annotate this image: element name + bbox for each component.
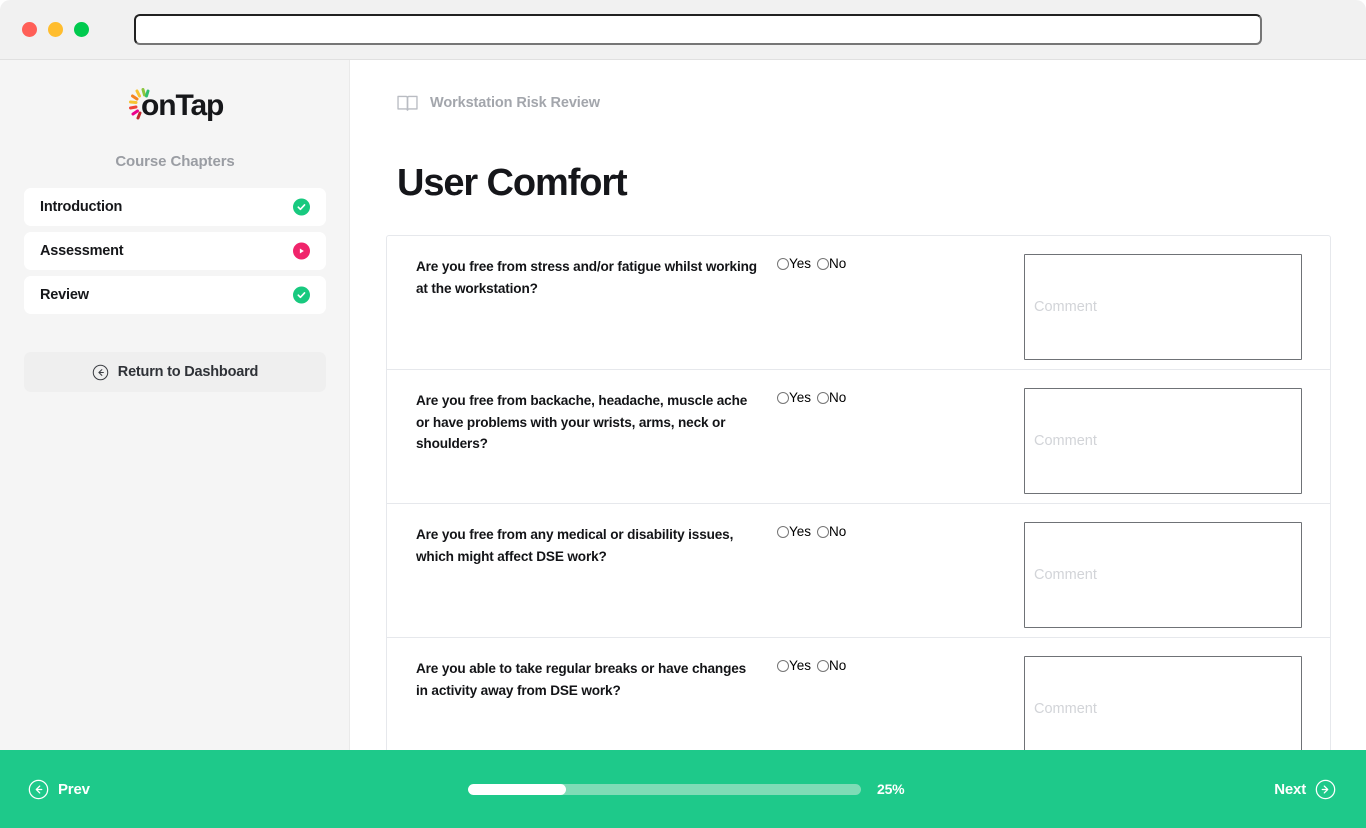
answer-options: Yes No [777, 236, 992, 369]
radio-label-no: No [829, 390, 847, 405]
radio-option-yes[interactable]: Yes [777, 658, 817, 673]
radio-input-no[interactable] [817, 659, 830, 672]
comment-input[interactable] [1024, 656, 1302, 762]
check-circle-icon [293, 198, 310, 216]
arrow-right-circle-icon [1315, 779, 1336, 799]
questions-card: Are you free from stress and/or fatigue … [386, 235, 1331, 773]
sidebar: onTap Course Chapters Introduction Asses… [0, 60, 350, 828]
radio-option-yes[interactable]: Yes [777, 524, 817, 539]
comment-input[interactable] [1024, 254, 1302, 360]
comment-input[interactable] [1024, 522, 1302, 628]
radio-option-yes[interactable]: Yes [777, 256, 817, 271]
arrow-left-circle-icon [28, 779, 49, 799]
next-label: Next [1274, 780, 1306, 798]
radio-input-yes[interactable] [777, 525, 789, 538]
radio-input-yes[interactable] [777, 257, 789, 270]
arrow-left-circle-icon [92, 364, 109, 380]
progress-percent-label: 25% [877, 781, 905, 797]
return-to-dashboard-button[interactable]: Return to Dashboard [24, 352, 326, 392]
radio-option-no[interactable]: No [817, 390, 852, 405]
radio-option-no[interactable]: No [817, 658, 852, 673]
question-row: Are you free from any medical or disabil… [387, 504, 1330, 638]
chapter-label: Assessment [40, 243, 124, 259]
sidebar-item-assessment[interactable]: Assessment [24, 232, 326, 270]
radio-input-no[interactable] [817, 525, 830, 538]
comment-cell [992, 504, 1330, 637]
radio-label-yes: Yes [789, 390, 812, 405]
sidebar-item-review[interactable]: Review [24, 276, 326, 314]
chapter-label: Introduction [40, 199, 123, 215]
window-controls [22, 22, 89, 37]
radio-label-no: No [829, 256, 847, 271]
return-to-dashboard-label: Return to Dashboard [117, 364, 259, 380]
browser-chrome [0, 0, 1366, 60]
book-icon [397, 95, 418, 111]
progress-indicator: 25% [468, 781, 905, 797]
brand-logo[interactable]: onTap [0, 87, 350, 127]
close-window-button[interactable] [22, 22, 37, 37]
question-row: Are you free from backache, headache, mu… [387, 370, 1330, 504]
question-text: Are you free from any medical or disabil… [416, 527, 734, 564]
check-circle-icon [293, 286, 310, 304]
radio-input-yes[interactable] [777, 659, 789, 672]
question-row: Are you free from stress and/or fatigue … [387, 236, 1330, 370]
address-bar[interactable] [134, 14, 1262, 45]
radio-input-no[interactable] [817, 257, 830, 270]
radio-input-no[interactable] [817, 391, 830, 404]
footer-navigation-bar: Prev 25% Next [0, 750, 1366, 828]
answer-options: Yes No [777, 504, 992, 637]
chapter-list: Introduction Assessment Review [24, 188, 326, 320]
question-text: Are you free from stress and/or fatigue … [416, 259, 757, 296]
minimize-window-button[interactable] [48, 22, 63, 37]
app-page: onTap Course Chapters Introduction Asses… [0, 60, 1366, 828]
radio-label-yes: Yes [789, 256, 812, 271]
radio-option-no[interactable]: No [817, 524, 852, 539]
prev-button[interactable]: Prev [28, 779, 90, 800]
answer-options: Yes No [777, 370, 992, 503]
question-text: Are you free from backache, headache, mu… [416, 393, 748, 451]
sidebar-item-introduction[interactable]: Introduction [24, 188, 326, 226]
radio-option-yes[interactable]: Yes [777, 390, 817, 405]
comment-input[interactable] [1024, 388, 1302, 494]
radio-label-yes: Yes [789, 658, 812, 673]
radio-label-no: No [829, 524, 847, 539]
main-content: Workstation Risk Review User Comfort Are… [350, 60, 1366, 828]
page-title: User Comfort [397, 162, 628, 204]
progress-fill [468, 783, 567, 795]
breadcrumb-label: Workstation Risk Review [430, 95, 600, 111]
chapter-label: Review [40, 287, 89, 303]
prev-label: Prev [58, 780, 90, 798]
comment-cell [992, 236, 1330, 369]
progress-track [468, 783, 861, 795]
comment-cell [992, 370, 1330, 503]
maximize-window-button[interactable] [74, 22, 89, 37]
sidebar-heading: Course Chapters [115, 153, 235, 170]
radio-option-no[interactable]: No [817, 256, 852, 271]
breadcrumb[interactable]: Workstation Risk Review [397, 94, 600, 112]
radio-label-yes: Yes [789, 524, 812, 539]
radio-label-no: No [829, 658, 847, 673]
radio-input-yes[interactable] [777, 391, 789, 404]
logo-text: onTap [141, 89, 224, 122]
next-button[interactable]: Next [1274, 779, 1336, 800]
play-circle-icon [293, 242, 310, 260]
